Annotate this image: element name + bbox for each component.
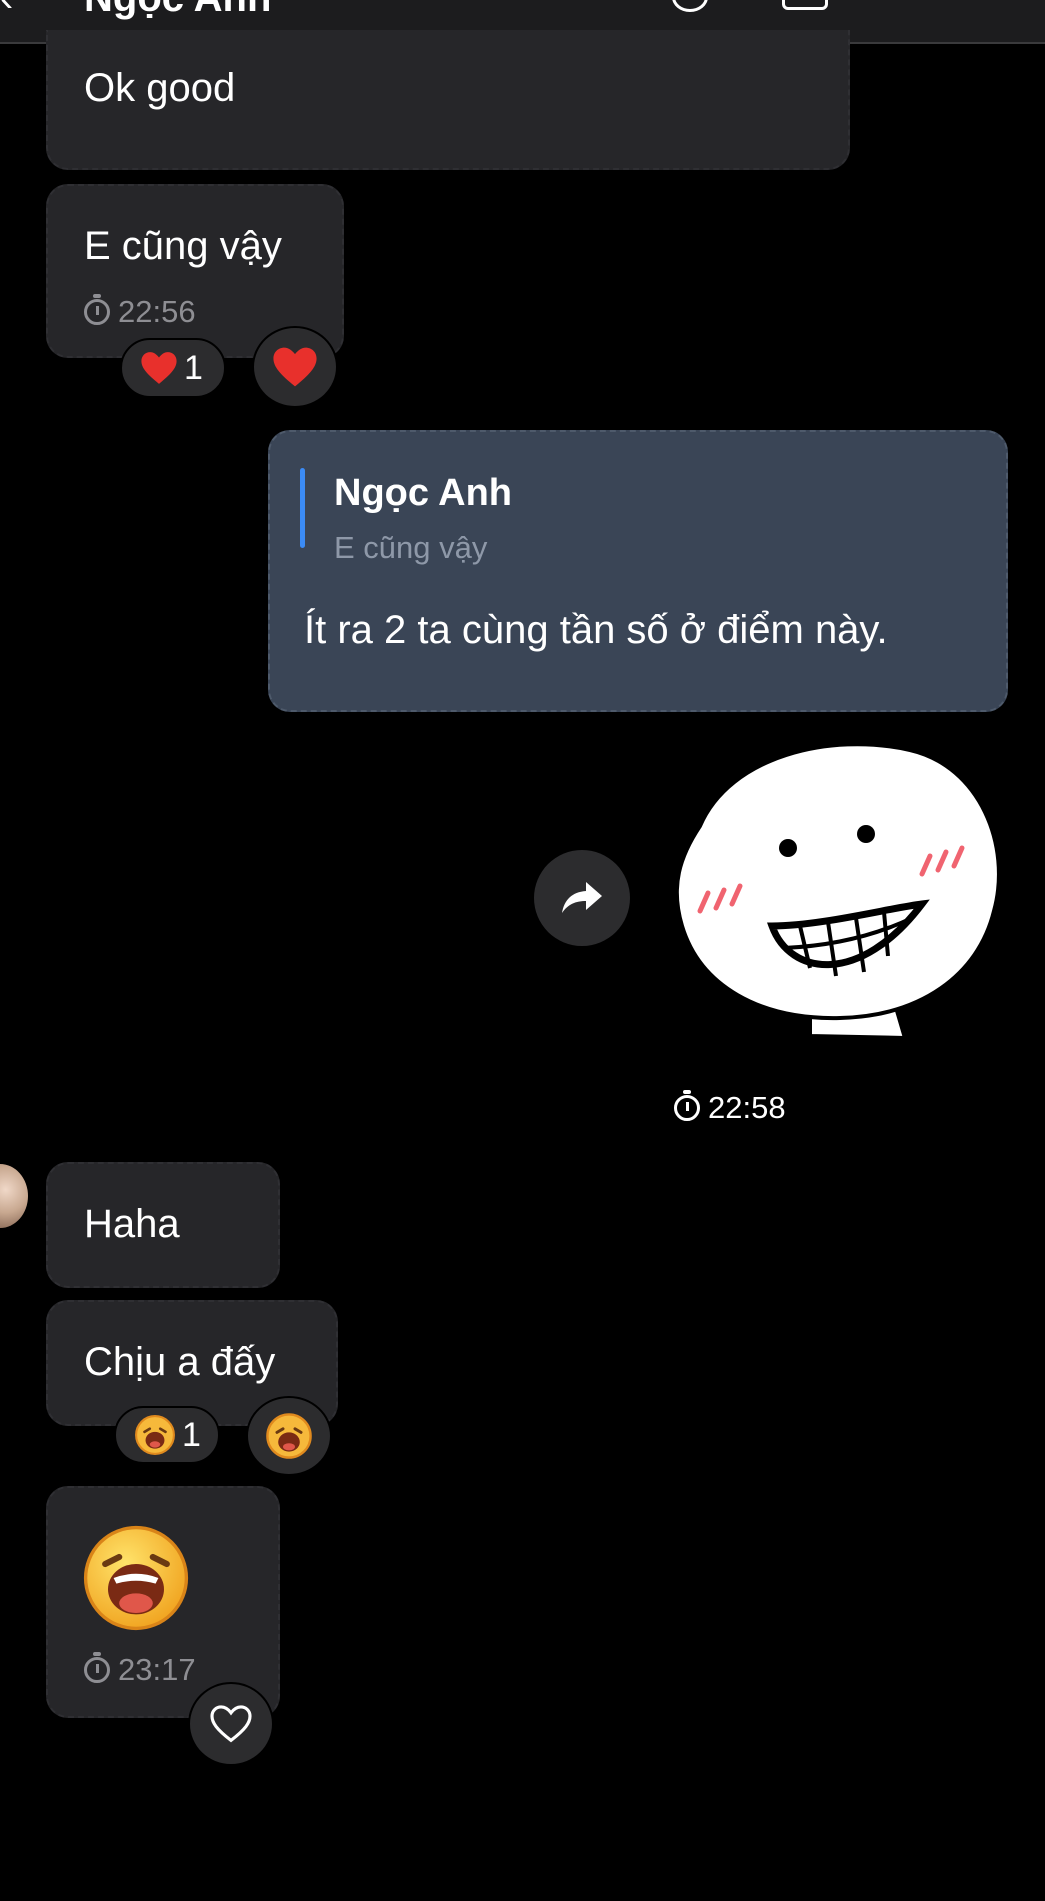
message-text: Haha bbox=[84, 1202, 180, 1246]
avatar[interactable] bbox=[0, 1164, 28, 1228]
grinning-blob-sticker[interactable] bbox=[660, 736, 1010, 1046]
reaction-count-pill[interactable]: 1 bbox=[114, 1406, 220, 1464]
self-destruct-timer-icon bbox=[674, 1090, 700, 1121]
heart-outline-icon bbox=[210, 1705, 252, 1743]
reply-quoted-text: E cũng vậy bbox=[334, 530, 488, 565]
video-icon[interactable] bbox=[782, 0, 828, 10]
message-timestamp: 23:17 bbox=[84, 1652, 196, 1688]
laughing-emoji-icon bbox=[266, 1413, 312, 1459]
forward-icon bbox=[562, 882, 602, 913]
reaction-count: 1 bbox=[184, 348, 203, 387]
message-text: Ít ra 2 ta cùng tần số ở điểm này. bbox=[304, 608, 888, 652]
back-icon[interactable]: ‹ bbox=[0, 0, 13, 21]
self-destruct-timer-icon bbox=[84, 294, 110, 325]
message-timestamp: 22:58 bbox=[670, 1088, 790, 1128]
more-icon[interactable] bbox=[910, 0, 932, 2]
message-text: Ok good bbox=[84, 66, 236, 110]
reply-accent-bar bbox=[300, 468, 305, 548]
self-destruct-timer-icon bbox=[84, 1652, 110, 1683]
time-label: 22:56 bbox=[118, 294, 196, 329]
forward-button[interactable] bbox=[534, 850, 630, 946]
laughing-emoji-icon bbox=[83, 1525, 189, 1631]
laughing-emoji-icon bbox=[135, 1415, 175, 1455]
time-label: 22:58 bbox=[708, 1090, 786, 1125]
message-bubble-outgoing[interactable]: Ngọc Anh E cũng vậy Ít ra 2 ta cùng tần … bbox=[268, 430, 1008, 712]
message-bubble-incoming[interactable]: 23:17 bbox=[46, 1486, 280, 1718]
message-text: E cũng vậy bbox=[84, 224, 282, 268]
add-reaction-button[interactable] bbox=[188, 1682, 274, 1766]
reply-sender-name: Ngọc Anh bbox=[334, 472, 513, 514]
quick-reaction-button[interactable] bbox=[252, 326, 338, 408]
contact-name[interactable]: Ngọc Anh bbox=[84, 0, 271, 21]
message-bubble-incoming[interactable]: Ok good bbox=[46, 30, 850, 170]
reaction-count: 1 bbox=[182, 1415, 201, 1454]
call-icon[interactable] bbox=[672, 0, 708, 12]
message-text: Chịu a đấy bbox=[84, 1340, 276, 1384]
quick-reaction-button[interactable] bbox=[246, 1396, 332, 1476]
time-label: 23:17 bbox=[118, 1652, 196, 1687]
reaction-count-pill[interactable]: 1 bbox=[120, 338, 226, 398]
heart-icon bbox=[273, 347, 317, 387]
heart-icon bbox=[141, 352, 177, 384]
message-timestamp: 22:56 bbox=[84, 294, 196, 330]
message-bubble-incoming[interactable]: Haha bbox=[46, 1162, 280, 1288]
